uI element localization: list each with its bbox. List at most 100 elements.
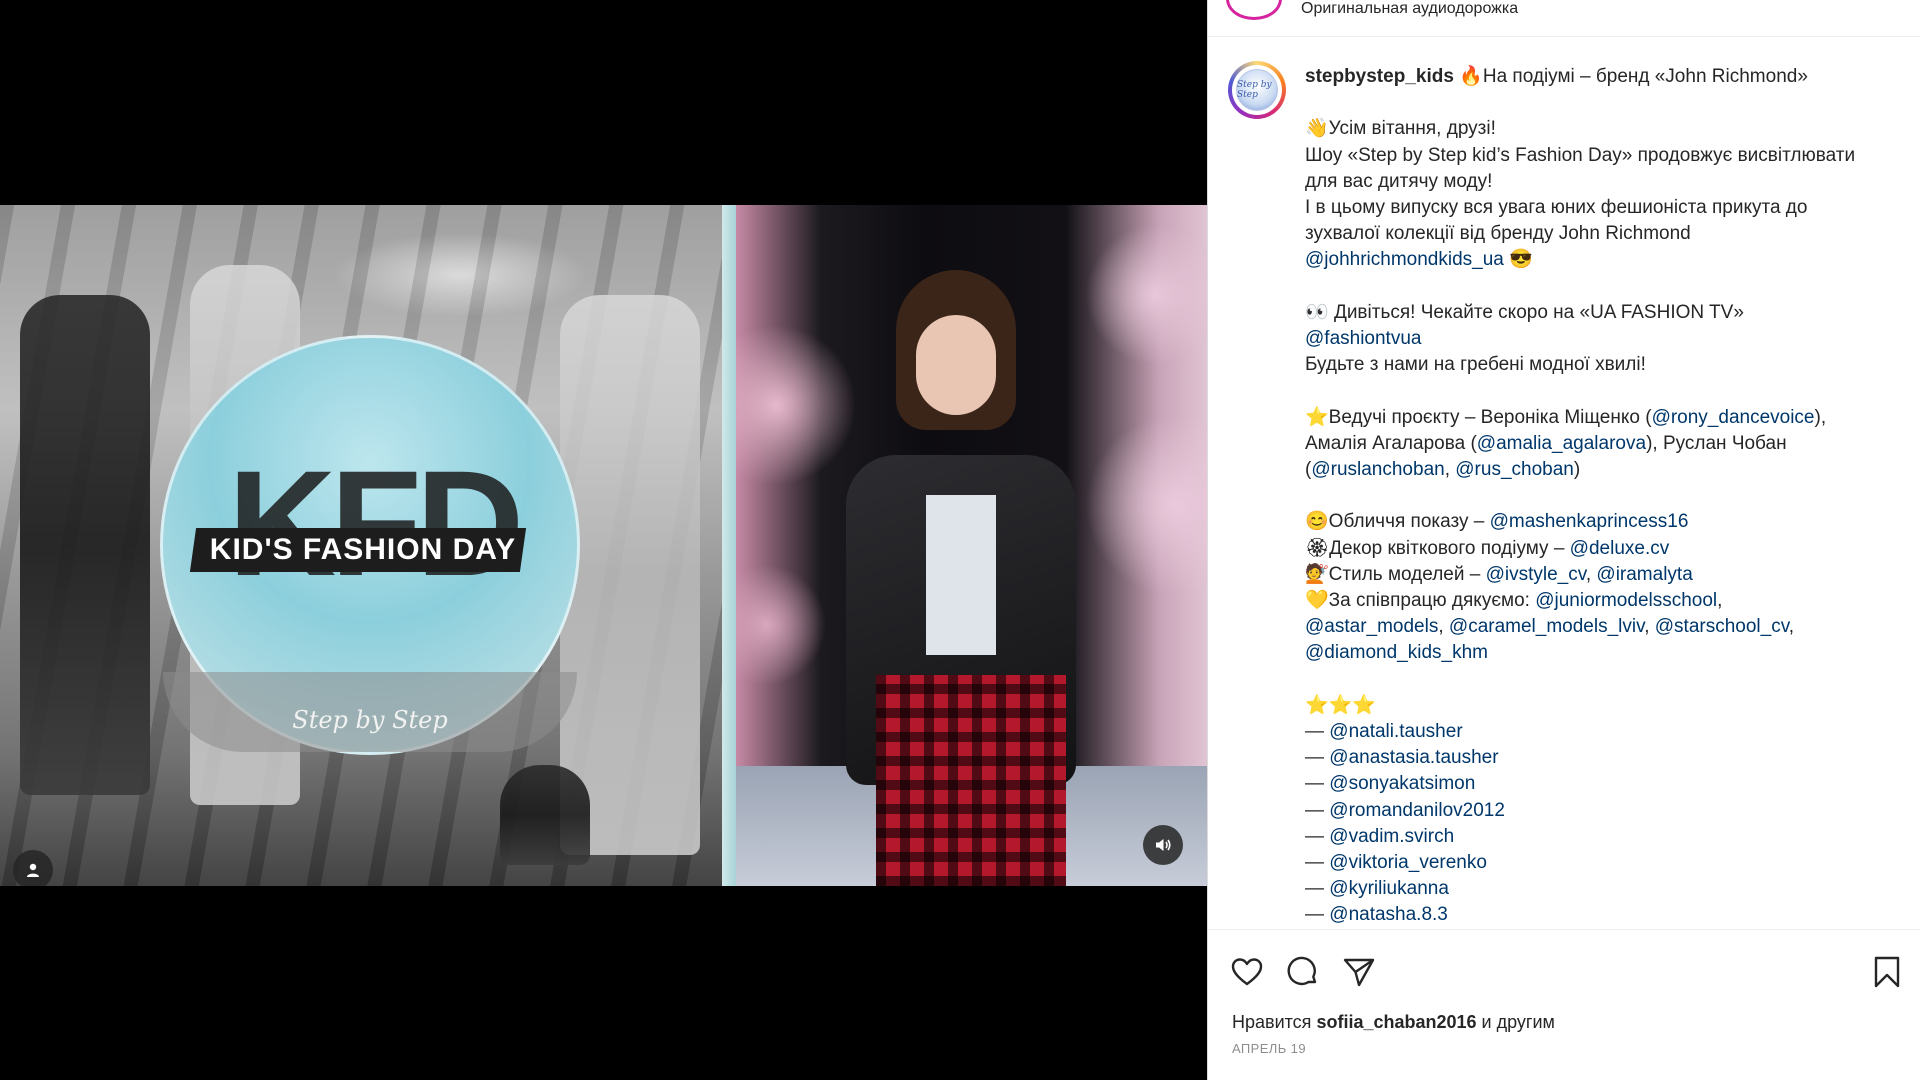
mention-link[interactable]: @iramalyta [1596,564,1692,585]
like-button[interactable] [1227,952,1267,992]
caption-text-fragment: — [1305,773,1330,795]
caption-text-fragment: — [1305,878,1330,900]
author-username[interactable]: stepbystep_kids [1305,66,1454,87]
caption-line: @fashiontvua [1305,326,1905,352]
caption-text-fragment: — [1305,852,1330,874]
caption-text-fragment: ) [1573,459,1581,480]
mention-link[interactable]: @sonyakatsimon [1329,773,1475,794]
caption-line: (@ruslanchoban, @rus_choban) [1305,457,1905,483]
mention-link[interactable]: @kyriliukanna [1329,878,1449,899]
mention-link[interactable]: @rony_dancevoice [1652,407,1815,428]
mention-link[interactable]: @viktoria_verenko [1329,852,1487,873]
mention-link[interactable]: @romandanilov2012 [1329,800,1505,821]
caption-text-fragment: , [1717,590,1723,611]
caption-text-fragment: — [1305,721,1330,742]
caption-line: Шоу «Step by Step kid’s Fashion Day» про… [1305,143,1905,169]
sound-toggle-button[interactable] [1143,825,1183,865]
caption-line: для вас дитячу моду! [1305,169,1905,195]
comment-icon [1287,956,1317,986]
emoji: 💛 [1305,590,1329,611]
model-figure [20,295,150,795]
caption-line: ⭐⭐⭐ [1305,693,1905,719]
caption-line: Амалія Агаларова (@amalia_agalarova), Ру… [1305,431,1905,457]
mention-link[interactable]: @starschool_cv [1655,616,1789,637]
caption-text-fragment: , [1788,616,1795,638]
audio-label[interactable]: Оригинальная аудиодорожка [1301,0,1518,18]
liker-username[interactable]: sofiia_chaban2016 [1316,1012,1476,1032]
comment-button[interactable] [1283,952,1323,992]
caption-line: 👋Усім вітання, друзі! [1305,116,1905,142]
caption-text-fragment: ), [1814,406,1827,428]
caption-text-fragment: Декор квіткового подіуму – [1329,537,1570,559]
bookmark-icon [1874,956,1900,988]
mention-link[interactable]: @vadim.svirch [1329,826,1454,847]
emoji: 🔥 [1459,66,1483,87]
caption-line: ⭐Ведучі проєкту – Вероніка Міщенко (@ron… [1305,405,1905,431]
likes-summary: Нравится sofiia_chaban2016 и другим [1232,1012,1555,1032]
share-button[interactable] [1339,952,1379,992]
caption-line: @johhrichmondkids_ua 😎 [1305,247,1905,273]
mention-link[interactable]: @astar_models [1305,616,1438,637]
mention-link[interactable]: @natali.tausher [1329,721,1462,742]
mention-link[interactable]: @amalia_agalarova [1477,433,1646,454]
caption-comment: Step by Step stepbystep_kids 🔥На подіумі… [1208,37,1920,929]
emoji: ⭐⭐⭐ [1305,694,1376,716]
caption-text-fragment: — [1305,799,1330,821]
heart-icon [1231,958,1263,986]
mention-link[interactable]: @fashiontvua [1305,328,1421,349]
mention-link[interactable]: @natasha.8.3 [1329,904,1448,925]
caption-text-fragment: Шоу «Step by Step kid’s Fashion Day» про… [1305,144,1856,166]
mention-link[interactable]: @caramel_models_lviv [1449,616,1644,637]
caption-text-fragment: Стиль моделей – [1328,563,1486,585]
caption-text-fragment: , [1444,459,1456,480]
caption-line: Будьте з нами на гребені модної хвилі! [1305,352,1905,378]
logo-subtitle: Step by Step [292,706,448,734]
emoji: 👀 [1305,301,1329,323]
mention-link[interactable]: @ruslanchoban [1311,459,1444,480]
emoji: ⭐ [1305,406,1329,428]
caption-text-fragment: , [1644,616,1655,638]
emoji: 💇 [1305,563,1329,585]
post-header: Оригинальная аудиодорожка [1208,0,1920,37]
caption-line: — @kyriliukanna [1305,876,1905,902]
mention-link[interactable]: @ivstyle_cv [1486,564,1586,585]
mention-link[interactable]: @diamond_kids_khm [1305,642,1488,663]
post-date[interactable]: АПРЕЛЬ 19 [1232,1041,1306,1056]
video-divider [722,205,736,886]
save-button[interactable] [1867,952,1907,992]
caption-text-fragment: Дивіться! Чекайте скоро на «UA FASHION T… [1328,301,1744,323]
model-figure [560,295,700,855]
post-actions: Нравится sofiia_chaban2016 и другим АПРЕ… [1208,929,1920,1080]
caption-text-fragment: — [1305,747,1330,769]
video-player[interactable]: KFD KID'S FASHION DAY Step by Step [0,205,1207,886]
avatar-logo: Step by Step [1236,69,1278,111]
caption-text-fragment: Будьте з нами на гребені модної хвилі! [1305,354,1646,376]
caption-line: @diamond_kids_khm [1305,640,1905,666]
mention-link[interactable]: @mashenkaprincess16 [1490,511,1689,532]
caption-line: stepbystep_kids 🔥На подіумі – бренд «Joh… [1305,64,1905,90]
caption-text-fragment: На подіумі – бренд «John Richmond» [1482,66,1808,87]
model-figure [500,765,590,865]
caption-text-fragment: Ведучі проєкту – Вероніка Міщенко ( [1328,406,1652,428]
logo-letters: KFD [227,439,524,607]
emoji: 🏵 [1305,537,1330,559]
mention-link[interactable]: @johhrichmondkids_ua [1305,249,1504,270]
caption-text-fragment: За співпрацю дякуємо: [1328,590,1536,611]
mention-link[interactable]: @anastasia.tausher [1329,747,1498,768]
caption-text-fragment: — [1305,825,1330,847]
caption-line: зухвалої колекції від бренду John Richmo… [1305,221,1905,247]
post-media: KFD KID'S FASHION DAY Step by Step [0,0,1207,1080]
kfd-logo: KFD KID'S FASHION DAY Step by Step [160,335,580,755]
user-tag-button[interactable] [13,850,53,886]
mention-link[interactable]: @rus_choban [1455,459,1574,480]
mention-link[interactable]: @deluxe.cv [1570,538,1670,559]
header-avatar[interactable] [1226,0,1282,20]
author-avatar[interactable]: Step by Step [1228,61,1286,119]
paper-plane-icon [1343,958,1375,987]
caption-text-fragment: , [1438,616,1449,638]
mention-link[interactable]: @juniormodelsschool [1535,590,1717,611]
